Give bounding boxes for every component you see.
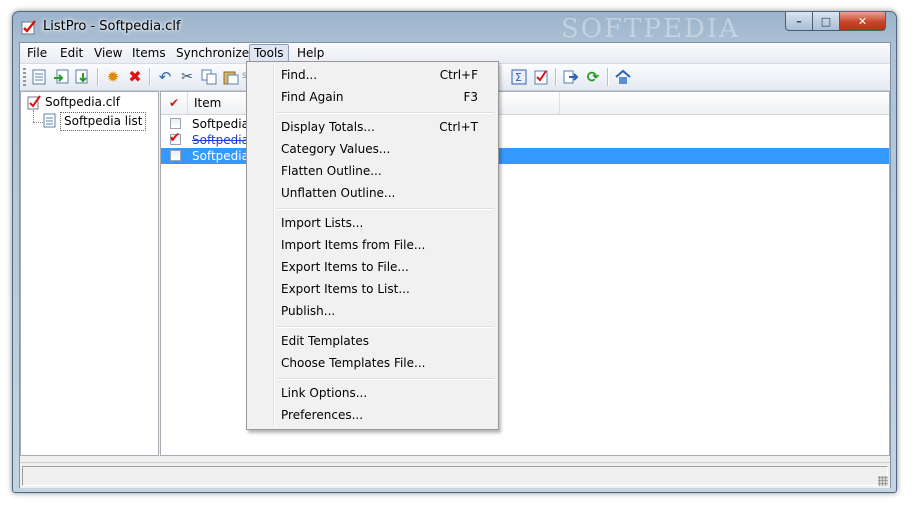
menu-flatten-outline[interactable]: Flatten Outline... <box>249 161 496 181</box>
menu-choose-templates-file[interactable]: Choose Templates File... <box>249 353 496 373</box>
menu-item-label: Preferences... <box>281 408 364 422</box>
menu-import-items-from-file[interactable]: Import Items from File... <box>249 235 496 255</box>
toolbar-grip[interactable] <box>23 68 26 86</box>
menu-unflatten-outline[interactable]: Unflatten Outline... <box>249 183 496 203</box>
copy-icon[interactable] <box>200 68 218 86</box>
menu-separator <box>277 208 494 210</box>
status-panel <box>22 466 888 486</box>
minimize-button[interactable]: – <box>785 12 813 31</box>
menu-export-items-to-list[interactable]: Export Items to List... <box>249 279 496 299</box>
svg-text:Σ: Σ <box>515 71 522 84</box>
resize-grip[interactable] <box>878 476 888 486</box>
menu-preferences[interactable]: Preferences... <box>249 405 496 425</box>
menu-item-label: Flatten Outline... <box>281 164 382 178</box>
menu-item-label: Edit Templates <box>281 334 370 348</box>
app-check-icon <box>21 20 36 35</box>
menu-find[interactable]: Find... Ctrl+F <box>249 65 496 85</box>
menu-export-items-to-file[interactable]: Export Items to File... <box>249 257 496 277</box>
menu-edit[interactable]: Edit <box>56 45 87 61</box>
toolbar-separator <box>149 68 151 86</box>
checked-mark-icon: ✔ <box>169 130 181 146</box>
menu-help[interactable]: Help <box>293 45 328 61</box>
row-checkbox[interactable] <box>170 118 181 129</box>
menu-item-shortcut: Ctrl+F <box>439 68 478 82</box>
toolbar-separator <box>97 68 99 86</box>
menu-display-totals[interactable]: Display Totals... Ctrl+T <box>249 117 496 137</box>
window-title: ListPro - Softpedia.clf <box>43 19 181 34</box>
paste-icon[interactable] <box>222 68 240 86</box>
tree-child-label: Softpedia list <box>60 112 147 131</box>
forward-icon[interactable] <box>562 68 580 86</box>
toolbar-separator <box>607 68 609 86</box>
totals-icon[interactable]: Σ <box>510 68 528 86</box>
settings-icon[interactable]: ✹ <box>104 68 122 86</box>
menu-item-label: Find Again <box>281 90 344 104</box>
menu-item-label: Export Items to File... <box>281 260 409 274</box>
home-icon[interactable] <box>614 68 632 86</box>
menu-separator <box>277 326 494 328</box>
menu-item-shortcut: F3 <box>463 90 478 104</box>
menu-item-label: Export Items to List... <box>281 282 410 296</box>
menu-item-label: Import Items from File... <box>281 238 426 252</box>
menu-item-label: Find... <box>281 68 318 82</box>
menu-synchronize[interactable]: Synchronize <box>172 45 253 61</box>
clf-file-icon <box>27 95 41 110</box>
menu-items[interactable]: Items <box>128 45 170 61</box>
list-tree[interactable]: Softpedia.clf Softpedia list <box>20 91 159 456</box>
menu-separator <box>277 378 494 380</box>
row-text: Softpedia <box>192 149 249 163</box>
delete-icon[interactable]: ✖ <box>126 68 144 86</box>
menu-item-label: Unflatten Outline... <box>281 186 396 200</box>
menu-link-options[interactable]: Link Options... <box>249 383 496 403</box>
sync-icon[interactable]: ⟳ <box>584 68 602 86</box>
toolbar-separator <box>555 68 557 86</box>
new-list-icon[interactable] <box>30 68 48 86</box>
tree-root-label: Softpedia.clf <box>45 95 120 109</box>
menu-item-label: Import Lists... <box>281 216 364 230</box>
menu-tools[interactable]: Tools <box>249 44 289 62</box>
menu-item-label: Choose Templates File... <box>281 356 426 370</box>
menu-item-label: Category Values... <box>281 142 391 156</box>
menu-file[interactable]: File <box>23 45 51 61</box>
status-bar <box>20 462 890 488</box>
close-button[interactable]: ✕ <box>839 12 886 31</box>
row-text: Softpedia <box>192 133 249 147</box>
menu-find-again[interactable]: Find Again F3 <box>249 87 496 107</box>
tree-connector <box>33 110 34 122</box>
menu-view[interactable]: View <box>90 45 126 61</box>
menu-item-shortcut: Ctrl+T <box>439 120 478 134</box>
menu-edit-templates[interactable]: Edit Templates <box>249 331 496 351</box>
checklist-icon[interactable] <box>532 68 550 86</box>
header-check-column[interactable]: ✔ <box>161 92 188 114</box>
row-checkbox[interactable] <box>170 150 181 161</box>
export-icon[interactable] <box>74 68 92 86</box>
menu-publish[interactable]: Publish... <box>249 301 496 321</box>
tree-connector <box>33 122 43 123</box>
tools-menu-dropdown: Find... Ctrl+F Find Again F3 Display Total… <box>246 61 499 430</box>
import-icon[interactable] <box>52 68 70 86</box>
menu-item-label: Publish... <box>281 304 336 318</box>
cut-icon[interactable]: ✂ <box>178 68 196 86</box>
maximize-button[interactable]: □ <box>812 12 840 31</box>
menu-import-lists[interactable]: Import Lists... <box>249 213 496 233</box>
list-page-icon <box>43 113 56 128</box>
menu-category-values[interactable]: Category Values... <box>249 139 496 159</box>
row-text: Softpedia <box>192 117 249 131</box>
undo-icon[interactable]: ↶ <box>156 68 174 86</box>
menu-item-label: Display Totals... <box>281 120 375 134</box>
menu-item-label: Link Options... <box>281 386 368 400</box>
menu-separator <box>277 112 494 114</box>
softpedia-watermark: SOFTPEDIA <box>561 14 740 44</box>
title-bar[interactable]: ListPro - Softpedia.clf SOFTPEDIA – □ ✕ <box>13 12 896 44</box>
